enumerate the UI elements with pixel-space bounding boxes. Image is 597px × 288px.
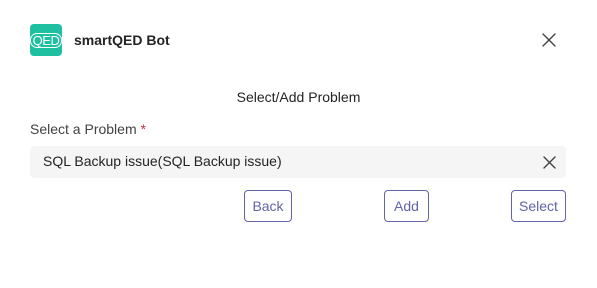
problem-select-value: SQL Backup issue(SQL Backup issue) bbox=[43, 153, 282, 169]
app-name: smartQED Bot bbox=[74, 32, 170, 48]
required-marker: * bbox=[140, 121, 147, 137]
close-icon bbox=[542, 33, 556, 47]
select-button[interactable]: Select bbox=[511, 190, 566, 222]
problem-select[interactable]: SQL Backup issue(SQL Backup issue) bbox=[30, 146, 566, 178]
dialog-header: QED smartQED Bot bbox=[29, 24, 567, 56]
clear-selection-button[interactable] bbox=[540, 153, 558, 171]
card-title: Select/Add Problem bbox=[236, 89, 361, 105]
problem-field-label-text: Select a Problem bbox=[30, 121, 137, 137]
logo-text: QED bbox=[29, 32, 63, 48]
add-button[interactable]: Add bbox=[384, 190, 429, 222]
close-button[interactable] bbox=[537, 28, 561, 52]
app-logo: QED bbox=[29, 24, 63, 56]
problem-field-label: Select a Problem * bbox=[30, 121, 146, 137]
clear-icon bbox=[542, 155, 556, 169]
back-button[interactable]: Back bbox=[244, 190, 292, 222]
